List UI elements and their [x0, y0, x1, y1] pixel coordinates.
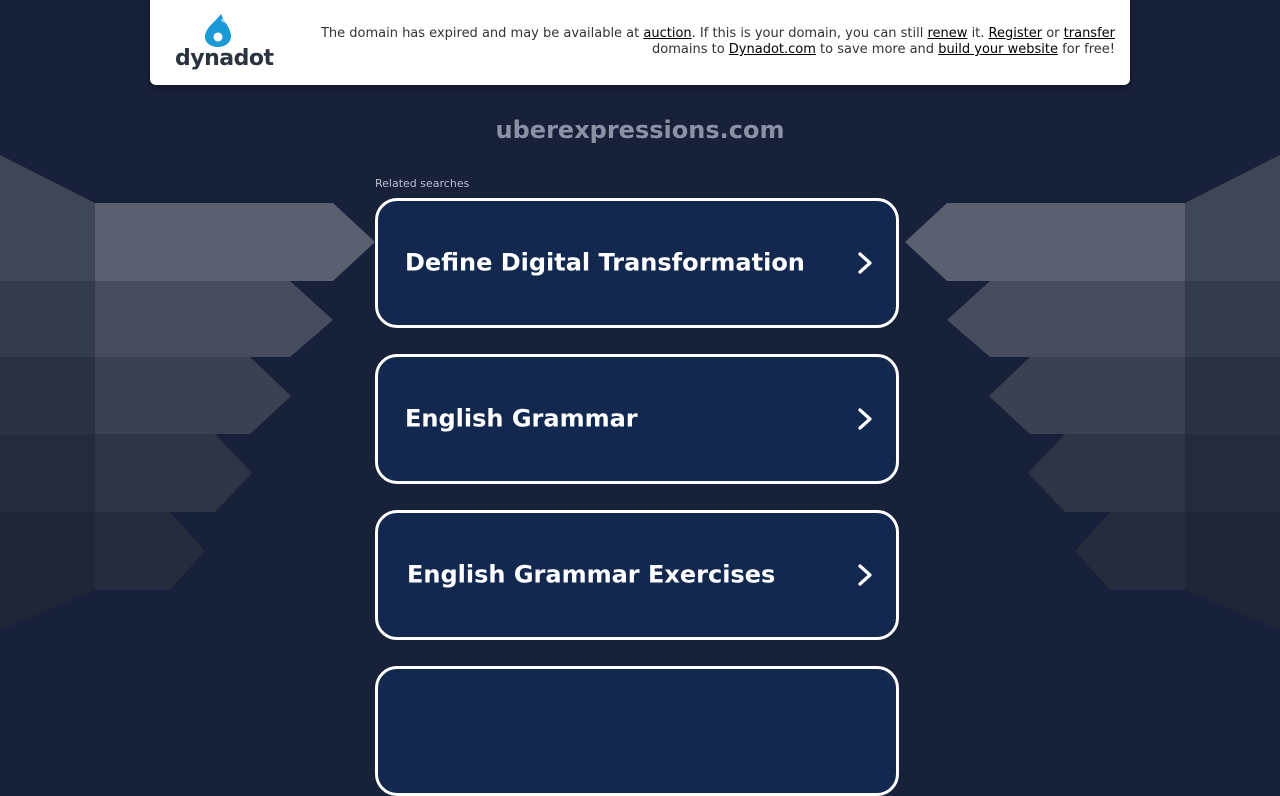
domain-name-title: uberexpressions.com — [495, 116, 785, 144]
dynadot-link[interactable]: Dynadot.com — [729, 42, 816, 57]
expired-notice: The domain has expired and may be availa… — [321, 26, 1115, 58]
search-card-3[interactable]: English Grammar Exercises — [375, 510, 899, 640]
dynadot-logo[interactable]: dynadot — [175, 12, 274, 78]
notice-text: The domain has expired and may be availa… — [320, 26, 644, 41]
notice-line-2: domains to Dynadot.com to save more and … — [321, 42, 1115, 58]
search-card-2[interactable]: English Grammar — [375, 354, 899, 484]
notice-text: it. — [967, 26, 989, 41]
chevron-right-icon — [858, 564, 872, 586]
auction-link[interactable]: auction — [643, 26, 691, 41]
search-card-label: English Grammar Exercises — [407, 560, 776, 589]
search-card-1[interactable]: Define Digital Transformation — [375, 198, 899, 328]
chevron-right-icon — [858, 252, 872, 274]
search-card-4[interactable] — [375, 666, 899, 796]
search-card-label: Define Digital Transformation — [405, 248, 805, 277]
register-link[interactable]: Register — [989, 26, 1043, 41]
related-searches-label: Related searches — [375, 177, 470, 190]
renew-link[interactable]: renew — [928, 26, 968, 41]
chevron-right-icon — [858, 408, 872, 430]
logo-text: dynadot — [175, 46, 274, 71]
search-card-label: English Grammar — [405, 404, 638, 433]
notice-text: or — [1042, 26, 1064, 41]
notice-text: to save more and — [815, 42, 939, 57]
dynadot-drop-icon — [205, 14, 231, 47]
header-bar: dynadot The domain has expired and may b… — [150, 0, 1130, 85]
notice-text: for free! — [1058, 42, 1115, 57]
notice-text: . If this is your domain, you can still — [691, 26, 928, 41]
build-website-link[interactable]: build your website — [938, 42, 1058, 57]
notice-line-1: The domain has expired and may be availa… — [321, 26, 1115, 42]
transfer-link[interactable]: transfer — [1064, 26, 1115, 41]
notice-text: domains to — [652, 42, 729, 57]
